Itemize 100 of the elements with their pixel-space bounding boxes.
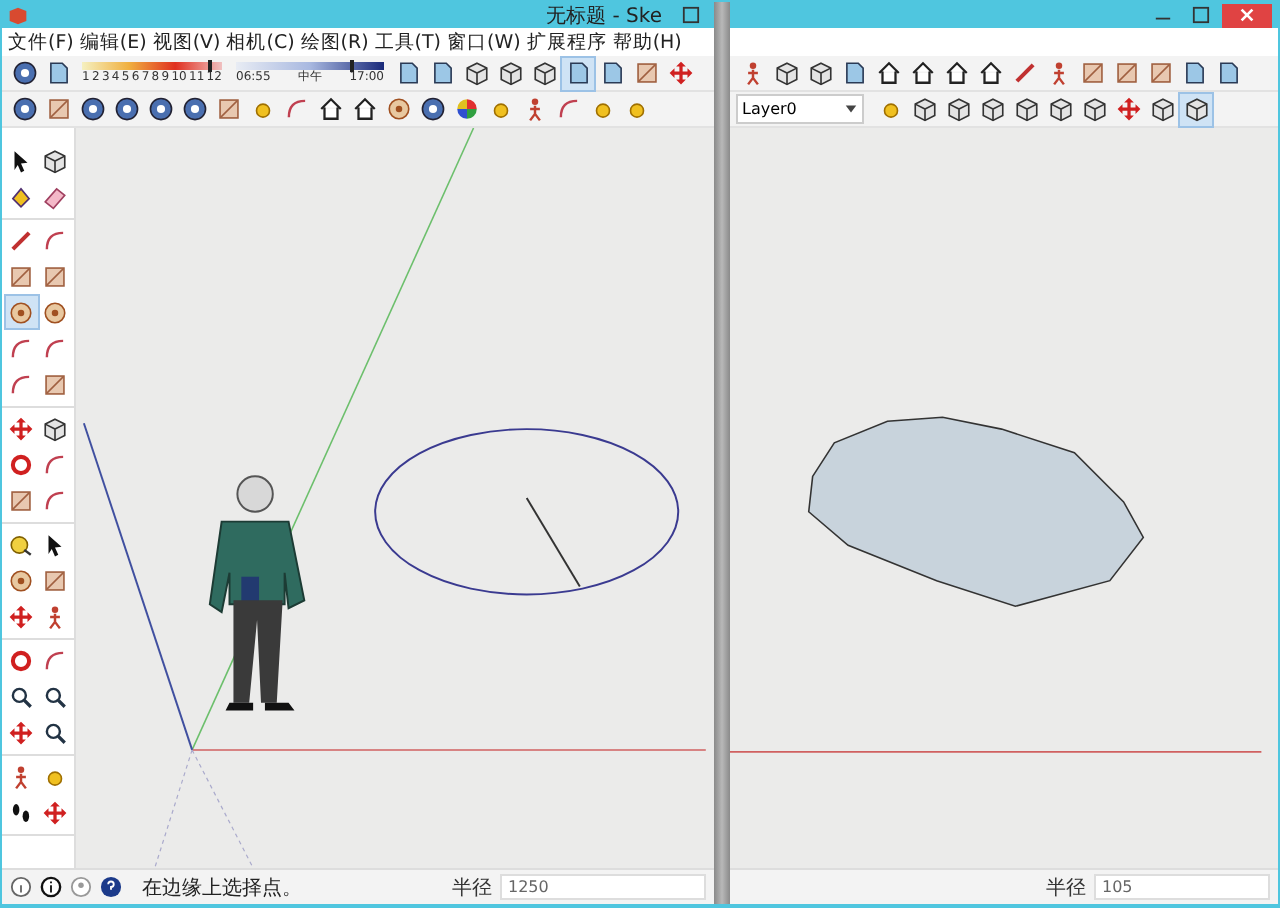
cross-arrows-icon <box>667 60 693 86</box>
cross-arrows-tool-button[interactable] <box>664 57 696 89</box>
menu-item[interactable]: 相机(C) <box>226 29 295 55</box>
disc-tool-button[interactable] <box>76 93 108 125</box>
measurement-field[interactable]: 105 <box>1094 874 1270 900</box>
page-icon <box>841 60 867 86</box>
square-icon <box>1079 60 1105 86</box>
curve-icon <box>42 487 68 513</box>
cube-icon <box>42 415 68 441</box>
page-icon <box>1181 60 1207 86</box>
cube-tool-button[interactable] <box>804 57 836 89</box>
maximize-icon <box>682 6 700 24</box>
slider-thumb[interactable] <box>349 59 354 71</box>
square-icon <box>215 96 241 122</box>
page-icon <box>395 60 421 86</box>
cross-arrows-icon <box>8 603 34 629</box>
menu-item[interactable]: 窗口(W) <box>447 29 521 55</box>
curve-icon <box>42 227 68 253</box>
target-tool-button[interactable] <box>382 93 414 125</box>
help-icon[interactable] <box>100 876 122 898</box>
cross-arrows-tool-button[interactable] <box>5 716 37 748</box>
maximize-icon <box>1192 6 1210 24</box>
info-icon[interactable] <box>40 876 62 898</box>
target-tool-button[interactable] <box>39 296 71 328</box>
disc-tool-button[interactable] <box>178 93 210 125</box>
curve-icon <box>42 451 68 477</box>
magnifier-icon <box>42 683 68 709</box>
menu-item[interactable]: 编辑(E) <box>79 29 147 55</box>
page-icon <box>1215 60 1241 86</box>
dotted-axis-line <box>154 749 254 868</box>
page-tool-button[interactable] <box>562 57 594 89</box>
cube-tool-button[interactable] <box>1078 93 1110 125</box>
cube-tool-button[interactable] <box>942 93 974 125</box>
close-button[interactable] <box>1222 3 1272 27</box>
magnifier-icon <box>8 683 34 709</box>
curve-icon <box>8 335 34 361</box>
close-icon <box>1238 6 1256 24</box>
cube-tool-button[interactable] <box>1146 93 1178 125</box>
square-icon <box>42 371 68 397</box>
disc-tool-button[interactable] <box>8 57 40 89</box>
cross-arrows-icon <box>42 799 68 825</box>
cube-tool-button[interactable] <box>460 57 492 89</box>
disc-tool-button[interactable] <box>8 93 40 125</box>
measurement-label: 半径 <box>452 875 492 901</box>
cross-arrows-tool-button[interactable] <box>5 412 37 444</box>
cross-arrows-tool-button[interactable] <box>1112 93 1144 125</box>
time-slider[interactable] <box>236 61 384 69</box>
cube-tool-button[interactable] <box>908 93 940 125</box>
window-title: 无标题 - Ske <box>544 3 664 29</box>
cube-icon <box>42 147 68 173</box>
cross-arrows-icon <box>1115 96 1141 122</box>
target-icon <box>42 299 68 325</box>
target-icon <box>385 96 411 122</box>
curve-icon <box>42 647 68 673</box>
disc-tool-button[interactable] <box>110 93 142 125</box>
status-message: 在边缘上选择点。 <box>142 875 304 901</box>
square-icon <box>1147 60 1173 86</box>
slider-thumb[interactable] <box>208 59 213 71</box>
cross-arrows-tool-button[interactable] <box>5 600 37 632</box>
square-icon <box>45 96 71 122</box>
measurement-label: 半径 <box>1046 875 1086 901</box>
square-icon <box>42 567 68 593</box>
target-icon <box>8 567 34 593</box>
cube-tool-button[interactable] <box>494 57 526 89</box>
menu-item[interactable]: 扩展程序 <box>526 29 607 55</box>
square-icon <box>8 487 34 513</box>
color-wheel-icon <box>453 96 479 122</box>
square-icon <box>8 263 34 289</box>
cube-tool-button[interactable] <box>1180 93 1212 125</box>
cube-tool-button[interactable] <box>1010 93 1042 125</box>
menu-item[interactable]: 帮助(H) <box>612 29 682 55</box>
cube-tool-button[interactable] <box>1044 93 1076 125</box>
footprints-icon <box>8 799 34 825</box>
page-icon <box>599 60 625 86</box>
radius-line <box>525 497 581 588</box>
curve-icon <box>8 371 34 397</box>
cube-icon <box>1183 96 1209 122</box>
cube-tool-button[interactable] <box>770 57 802 89</box>
square-icon <box>42 263 68 289</box>
target-icon <box>8 299 34 325</box>
menu-item[interactable]: 绘图(R) <box>300 29 369 55</box>
cross-arrows-tool-button[interactable] <box>39 796 71 828</box>
measurement-field[interactable]: 1250 <box>500 874 706 900</box>
menu-item[interactable]: 工具(T) <box>374 29 442 55</box>
disc-tool-button[interactable] <box>416 93 448 125</box>
cube-tool-button[interactable] <box>528 57 560 89</box>
layer-dropdown[interactable]: Layer0 <box>736 94 864 124</box>
pencil-icon <box>8 227 34 253</box>
menu-item[interactable]: 文件(F) <box>8 29 74 55</box>
disc-tool-button[interactable] <box>144 93 176 125</box>
target-tool-button[interactable] <box>5 296 37 328</box>
target-tool-button[interactable] <box>5 564 37 596</box>
menu-item[interactable]: 视图(V) <box>152 29 221 55</box>
circle-arrows-icon <box>8 451 34 477</box>
cube-tool-button[interactable] <box>976 93 1008 125</box>
month-slider[interactable] <box>82 61 222 69</box>
eraser-icon <box>42 183 68 209</box>
curve-icon <box>555 96 581 122</box>
page-icon <box>429 60 455 86</box>
page-icon <box>45 60 71 86</box>
